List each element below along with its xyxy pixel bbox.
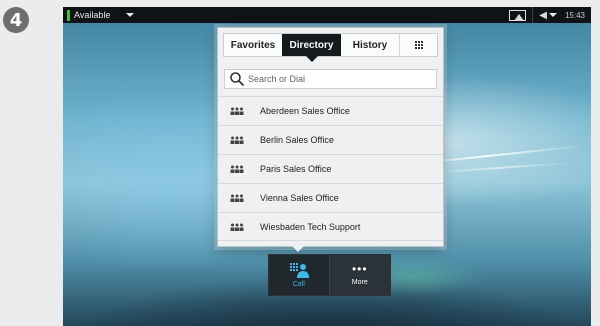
dock-pointer: [292, 246, 304, 252]
tab-directory[interactable]: Directory: [282, 34, 341, 62]
tab-keypad[interactable]: [399, 34, 437, 56]
directory-panel: Favorites Directory History A: [217, 27, 444, 247]
list-item-label: Wiesbaden Tech Support: [260, 221, 361, 232]
call-button[interactable]: Call: [269, 255, 330, 295]
group-icon: [230, 136, 244, 144]
wallpaper-streak: [423, 161, 573, 175]
clock: 15:43: [564, 10, 585, 20]
call-label: Call: [292, 281, 305, 288]
directory-list: Aberdeen Sales Office Berlin Sales Offic…: [218, 96, 443, 241]
group-icon: [230, 223, 244, 231]
more-button[interactable]: ••• More: [329, 255, 390, 295]
search-icon: [230, 72, 244, 86]
keypad-icon: [414, 41, 423, 49]
list-item-aberdeen[interactable]: Aberdeen Sales Office: [218, 96, 443, 125]
status-controls: ◀ 15:43: [509, 7, 585, 23]
list-item-wiesbaden[interactable]: Wiesbaden Tech Support: [218, 212, 443, 241]
tab-favorites[interactable]: Favorites: [224, 34, 282, 56]
tab-history[interactable]: History: [341, 34, 399, 56]
list-item-label: Berlin Sales Office: [260, 135, 334, 145]
presence-indicator: [67, 9, 70, 21]
status-bar: Available ◀ 15:43: [63, 7, 591, 23]
more-dots-icon: •••: [351, 262, 368, 276]
tab-bar: Favorites Directory History: [223, 33, 438, 62]
divider: [532, 7, 534, 23]
search-input[interactable]: [248, 74, 428, 84]
search-box[interactable]: [224, 69, 437, 89]
group-icon: [230, 107, 244, 115]
list-item-berlin[interactable]: Berlin Sales Office: [218, 125, 443, 154]
list-item-label: Paris Sales Office: [260, 164, 332, 174]
presence-status[interactable]: Available: [74, 10, 110, 20]
selfview-icon[interactable]: [509, 9, 527, 21]
more-label: More: [351, 279, 368, 286]
list-item-paris[interactable]: Paris Sales Office: [218, 154, 443, 183]
device-screen: Available ◀ 15:43 Favorites Directory Hi…: [63, 7, 591, 326]
presence-chevron-down-icon[interactable]: [126, 13, 135, 17]
list-item-label: Vienna Sales Office: [260, 193, 339, 203]
list-item-vienna[interactable]: Vienna Sales Office: [218, 183, 443, 212]
group-icon: [230, 165, 244, 173]
list-item-label: Aberdeen Sales Office: [260, 106, 350, 116]
volume-chevron-down-icon[interactable]: [548, 13, 557, 17]
bottom-dock: Call ••• More: [268, 254, 391, 296]
call-icon: [289, 263, 309, 278]
group-icon: [230, 194, 244, 202]
speaker-icon[interactable]: ◀: [539, 10, 547, 21]
step-number-badge: 4: [3, 7, 29, 33]
